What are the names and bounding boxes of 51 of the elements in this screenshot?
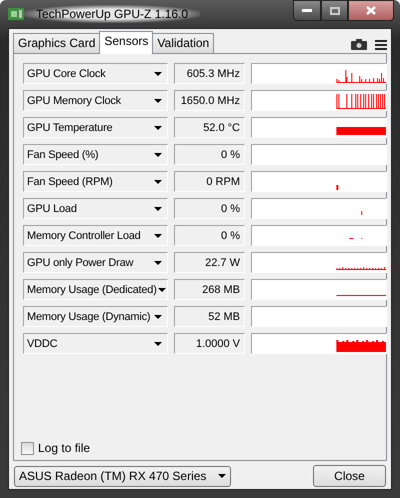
sensor-selector[interactable]: GPU Temperature <box>23 117 168 138</box>
minimize-button[interactable] <box>293 0 321 21</box>
close-window-button[interactable] <box>348 0 394 21</box>
window-title: TechPowerUp GPU-Z 1.16.0 <box>24 5 200 23</box>
sensor-value: 0 % <box>221 148 240 160</box>
caret-icon <box>154 206 162 210</box>
sensor-value: 605.3 MHz <box>186 68 240 80</box>
sensor-selector[interactable]: VDDC <box>23 333 168 354</box>
checkbox[interactable] <box>21 442 34 454</box>
maximize-icon <box>330 6 340 14</box>
checkbox-label: Log to file <box>38 441 90 455</box>
sensor-value: 52 MB <box>208 310 240 322</box>
tab[interactable]: Sensors <box>99 31 154 54</box>
sensor-selector[interactable]: Memory Controller Load <box>23 225 168 246</box>
close-icon <box>366 6 376 15</box>
caret-icon <box>154 260 162 264</box>
tab[interactable]: Graphics Card <box>13 33 100 53</box>
caret-icon <box>154 72 162 76</box>
maximize-button[interactable] <box>321 0 348 21</box>
sensor-value: 0 RPM <box>206 176 240 188</box>
caret-icon <box>154 152 162 156</box>
menu-icon[interactable] <box>375 40 387 50</box>
sensor-selector[interactable]: GPU Memory Clock <box>23 90 168 111</box>
sensor-selector[interactable]: Memory Usage (Dedicated) <box>23 279 168 300</box>
sensor-selector[interactable]: GPU Load <box>23 198 168 219</box>
tab[interactable]: Validation <box>152 33 214 53</box>
app-icon <box>8 8 24 20</box>
caret-icon <box>154 234 162 238</box>
camera-icon[interactable] <box>351 39 367 50</box>
sensor-value: 1650.0 MHz <box>180 94 240 106</box>
caret-icon <box>154 342 162 346</box>
caret-icon <box>154 314 162 318</box>
sensor-selector[interactable]: GPU Core Clock <box>23 63 168 84</box>
caret-icon <box>218 474 226 478</box>
caret-icon <box>158 288 166 292</box>
sensor-value: 52.0 °C <box>203 122 240 134</box>
sensor-value: 1.0000 V <box>196 338 240 350</box>
close-button[interactable]: Close <box>313 465 386 487</box>
sensor-selector[interactable]: Fan Speed (%) <box>23 144 168 165</box>
sensor-value: 0 % <box>221 230 240 242</box>
sensor-value: 22.7 W <box>205 256 240 268</box>
minimize-icon <box>302 9 312 12</box>
sensor-selector[interactable]: Memory Usage (Dynamic) <box>23 306 168 327</box>
caret-icon <box>154 98 162 102</box>
caret-icon <box>154 126 162 130</box>
sensor-value: 0 % <box>221 202 240 214</box>
device-dropdown[interactable]: ASUS Radeon (TM) RX 470 Series <box>14 466 231 486</box>
sensor-selector[interactable]: GPU only Power Draw <box>23 252 168 273</box>
sensor-selector[interactable]: Fan Speed (RPM) <box>23 171 168 192</box>
sensor-value: 268 MB <box>202 284 240 296</box>
caret-icon <box>154 180 162 184</box>
